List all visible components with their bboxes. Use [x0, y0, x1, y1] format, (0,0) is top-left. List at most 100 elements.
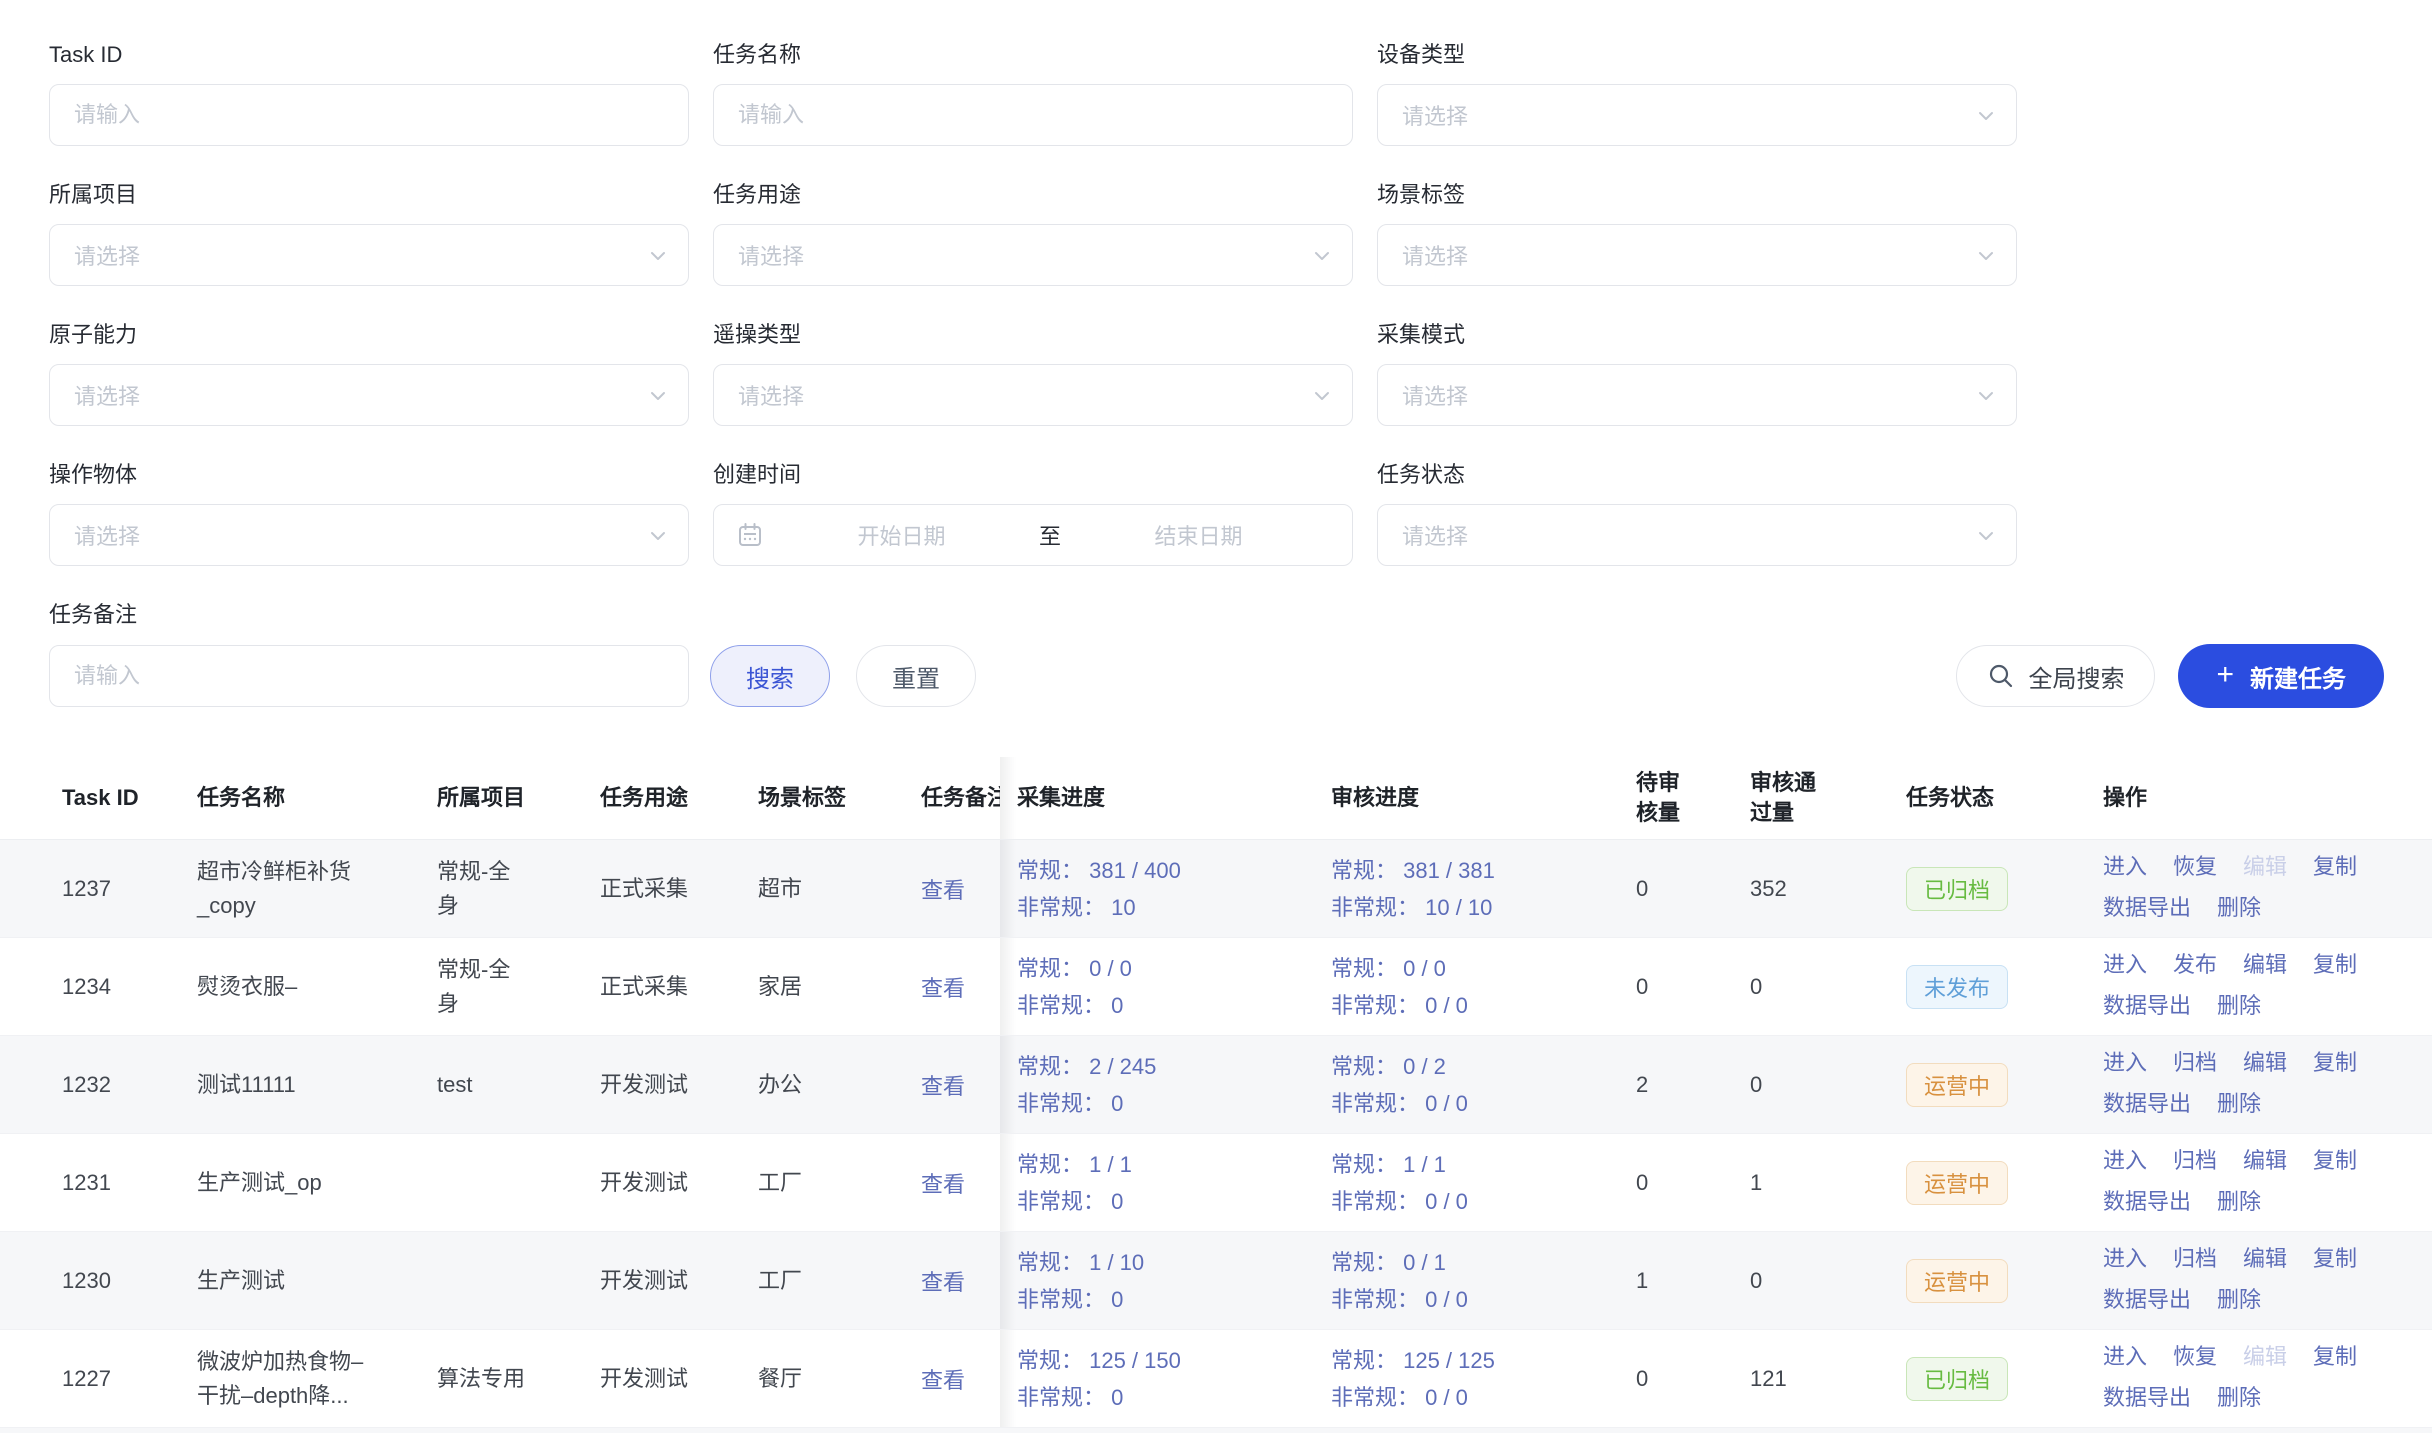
cell-task-name: 熨烫衣服– — [197, 938, 437, 1035]
task-id-input[interactable] — [49, 84, 689, 146]
filter-label: 采集模式 — [1377, 322, 2017, 348]
action-delete-link[interactable]: 删除 — [2217, 1091, 2261, 1116]
action-export-link[interactable]: 数据导出 — [2103, 1385, 2191, 1410]
action-edit-link[interactable]: 编辑 — [2243, 1246, 2287, 1271]
device-type-select[interactable]: 请选择 — [1377, 84, 2017, 146]
view-remark-link[interactable]: 查看 — [921, 1167, 965, 1199]
status-badge: 运营中 — [1906, 1063, 2008, 1107]
search-button[interactable]: 搜索 — [710, 645, 830, 707]
action-copy-link[interactable]: 复制 — [2313, 952, 2357, 977]
view-remark-link[interactable]: 查看 — [921, 971, 965, 1003]
action-export-link[interactable]: 数据导出 — [2103, 993, 2191, 1018]
action-restore-link[interactable]: 恢复 — [2173, 1344, 2217, 1369]
cell-scene-tag: 超市 — [758, 840, 921, 937]
view-remark-link[interactable]: 查看 — [921, 1363, 965, 1395]
action-delete-link[interactable]: 删除 — [2217, 993, 2261, 1018]
cell-passed-count: 352 — [1750, 840, 1906, 937]
filter-collect-mode: 采集模式请选择 — [1377, 322, 2017, 426]
cell-task-id: 1231 — [0, 1134, 197, 1231]
action-enter-link[interactable]: 进入 — [2103, 1344, 2147, 1369]
select-placeholder: 请选择 — [74, 239, 140, 271]
row-fixed-left: 1234熨烫衣服–常规-全 身正式采集家居查看 — [0, 938, 1000, 1035]
cell-task-id: 1227 — [0, 1330, 197, 1427]
action-copy-link[interactable]: 复制 — [2313, 1148, 2357, 1173]
action-edit-link[interactable]: 编辑 — [2243, 952, 2287, 977]
col-task-id: Task ID — [0, 757, 197, 839]
row-scroll-right: 常规： 1 / 1非常规： 0常规： 1 / 1非常规： 0 / 001运营中进… — [1000, 1134, 2432, 1231]
reset-button[interactable]: 重置 — [856, 645, 976, 707]
action-delete-link[interactable]: 删除 — [2217, 1189, 2261, 1214]
cell-passed-count: 0 — [1750, 1232, 1906, 1329]
task-status-select[interactable]: 请选择 — [1377, 504, 2017, 566]
col-review-progress: 审核进度 — [1331, 757, 1636, 839]
cell-purpose-text: 开发测试 — [600, 1166, 688, 1200]
cell-review-progress-line: 非常规： 0 / 0 — [1331, 1281, 1468, 1318]
action-delete-link[interactable]: 删除 — [2217, 1385, 2261, 1410]
action-edit-link[interactable]: 编辑 — [2243, 1148, 2287, 1173]
cell-task-name: 生产测试_op — [197, 1134, 437, 1231]
cell-collect-progress-line: 非常规： 0 — [1017, 987, 1132, 1024]
action-copy-link[interactable]: 复制 — [2313, 1050, 2357, 1075]
action-copy-link[interactable]: 复制 — [2313, 854, 2357, 879]
cell-purpose: 开发测试 — [600, 1232, 758, 1329]
operate-object-select[interactable]: 请选择 — [49, 504, 689, 566]
cell-task-id-text: 1227 — [62, 1362, 111, 1396]
action-restore-link[interactable]: 恢复 — [2173, 854, 2217, 879]
filter-label: 原子能力 — [49, 322, 689, 348]
scene-tag-select[interactable]: 请选择 — [1377, 224, 2017, 286]
action-enter-link[interactable]: 进入 — [2103, 1148, 2147, 1173]
status-badge: 已归档 — [1906, 867, 2008, 911]
cell-project-text: 常规-全 身 — [437, 855, 510, 923]
task-purpose-select[interactable]: 请选择 — [713, 224, 1353, 286]
action-enter-link[interactable]: 进入 — [2103, 854, 2147, 879]
filter-panel: Task ID任务名称设备类型请选择所属项目请选择任务用途请选择场景标签请选择原… — [0, 0, 2432, 708]
view-remark-link[interactable]: 查看 — [921, 873, 965, 905]
cell-collect-progress-line: 常规： 2 / 245 — [1017, 1048, 1156, 1085]
new-task-button[interactable]: + 新建任务 — [2178, 644, 2384, 708]
task-name-input[interactable] — [713, 84, 1353, 146]
cell-status: 运营中 — [1906, 1036, 2103, 1133]
view-remark-link[interactable]: 查看 — [921, 1265, 965, 1297]
teleop-type-select[interactable]: 请选择 — [713, 364, 1353, 426]
action-export-link[interactable]: 数据导出 — [2103, 1189, 2191, 1214]
cell-review-progress: 常规： 1 / 1非常规： 0 / 0 — [1331, 1134, 1636, 1231]
action-enter-link[interactable]: 进入 — [2103, 952, 2147, 977]
cell-actions: 进入 归档 编辑 复制数据导出 删除 — [2103, 1134, 2432, 1231]
date-end-placeholder: 结束日期 — [1067, 519, 1330, 551]
action-delete-link[interactable]: 删除 — [2217, 895, 2261, 920]
action-copy-link[interactable]: 复制 — [2313, 1344, 2357, 1369]
cell-task-id: 1237 — [0, 840, 197, 937]
cell-collect-progress-line: 常规： 125 / 150 — [1017, 1342, 1181, 1379]
action-edit-link[interactable]: 编辑 — [2243, 1050, 2287, 1075]
cell-project — [437, 1232, 600, 1329]
global-search-button[interactable]: 全局搜索 — [1956, 645, 2155, 707]
action-enter-link[interactable]: 进入 — [2103, 1246, 2147, 1271]
action-archive-link[interactable]: 归档 — [2173, 1246, 2217, 1271]
cell-status: 已归档 — [1906, 840, 2103, 937]
next-row-peek — [0, 1428, 2432, 1433]
filter-action-row: 搜索 重置 全局搜索 + 新建任务 — [49, 644, 2384, 708]
remark-input[interactable] — [49, 645, 689, 707]
action-enter-link[interactable]: 进入 — [2103, 1050, 2147, 1075]
action-archive-link[interactable]: 归档 — [2173, 1148, 2217, 1173]
action-export-link[interactable]: 数据导出 — [2103, 895, 2191, 920]
action-export-link[interactable]: 数据导出 — [2103, 1287, 2191, 1312]
create-time-daterange[interactable]: 开始日期至结束日期 — [713, 504, 1353, 566]
action-copy-link[interactable]: 复制 — [2313, 1246, 2357, 1271]
action-delete-link[interactable]: 删除 — [2217, 1287, 2261, 1312]
action-publish-link[interactable]: 发布 — [2173, 952, 2217, 977]
cell-collect-progress: 常规： 1 / 1非常规： 0 — [1000, 1134, 1331, 1231]
action-export-link[interactable]: 数据导出 — [2103, 1091, 2191, 1116]
filter-create-time: 创建时间开始日期至结束日期 — [713, 462, 1353, 566]
col-task-name: 任务名称 — [197, 757, 437, 839]
cell-review-progress-line: 常规： 381 / 381 — [1331, 852, 1495, 889]
collect-mode-select[interactable]: 请选择 — [1377, 364, 2017, 426]
view-remark-link[interactable]: 查看 — [921, 1069, 965, 1101]
select-placeholder: 请选择 — [738, 379, 804, 411]
col-remark: 任务备注 — [921, 757, 1000, 839]
action-archive-link[interactable]: 归档 — [2173, 1050, 2217, 1075]
cell-review-progress-line: 常规： 0 / 0 — [1331, 950, 1468, 987]
atomic-ability-select[interactable]: 请选择 — [49, 364, 689, 426]
chevron-down-icon — [1974, 384, 1998, 408]
project-select[interactable]: 请选择 — [49, 224, 689, 286]
